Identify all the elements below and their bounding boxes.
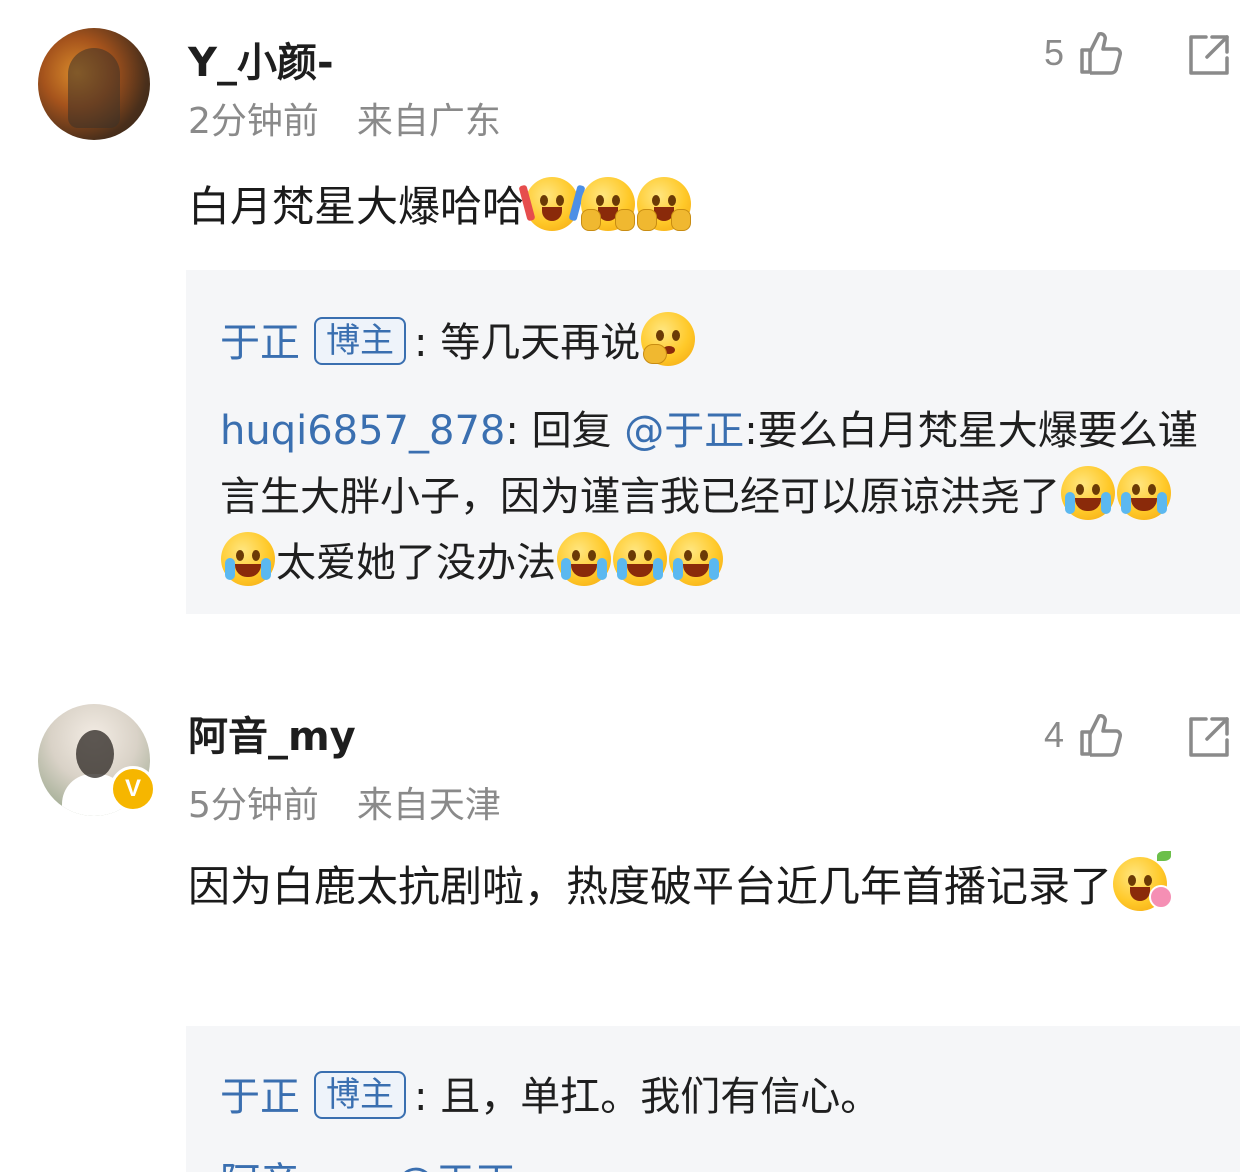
reply-mention[interactable]: @于正 [395, 1160, 515, 1172]
reply-separator: : [505, 408, 519, 454]
comment-text-body: 白月梵星大爆哈哈 [188, 182, 525, 231]
reply-item: 阿音_my @于正 [220, 1150, 1200, 1172]
comment-text: 因为白鹿太抗剧啦，热度破平台近几年首播记录了 [188, 851, 1210, 920]
reply-author[interactable]: huqi6857_878 [220, 408, 505, 454]
reply-author[interactable]: 阿音_my [220, 1160, 383, 1172]
reply-item: 于正 博主: 等几天再说 [220, 310, 1200, 376]
thumbs-up-icon [1080, 714, 1122, 757]
share-icon [1189, 717, 1229, 757]
comment-feed: Y_小颜- 2分钟前来自广东 5 白月梵星大爆哈哈 于正博主: 等几天再说 [0, 0, 1240, 1172]
reply-box[interactable]: 于正博主: 且，单扛。我们有信心。 阿音_my @于正 [186, 1026, 1240, 1172]
like-button[interactable]: 4 [1044, 712, 1124, 758]
laugh-cry-emoji-icon [1061, 466, 1115, 520]
comment-text-body: 因为白鹿太抗剧啦，热度破平台近几年首播记录了 [188, 862, 1113, 911]
reply-text: 且，单扛。我们有信心。 [440, 1074, 881, 1120]
laugh-cry-emoji-icon [221, 532, 275, 586]
laugh-cry-emoji-icon [613, 532, 667, 586]
reply-prefix: 回复 [531, 408, 612, 454]
comment-text: 白月梵星大爆哈哈 [188, 174, 1210, 240]
laugh-cry-emoji-icon [669, 532, 723, 586]
thumbs-up-icon [1080, 32, 1122, 75]
author-tag-badge: 博主 [314, 317, 406, 365]
reply-separator: : [414, 320, 428, 366]
comment-item: V 阿音_my 5分钟前 来自天津 4 因为白鹿太抗剧啦，热度破平台近几年首播记录… [0, 690, 1240, 1172]
grin-emoji-icon [637, 177, 692, 231]
share-icon [1189, 35, 1229, 75]
thinking-emoji-icon [641, 312, 696, 366]
laugh-cry-emoji-icon [557, 532, 611, 586]
flower-emoji-icon [1113, 851, 1174, 911]
like-button[interactable]: 5 [1044, 30, 1124, 76]
avatar[interactable]: V [38, 704, 156, 816]
like-count: 5 [1043, 32, 1064, 73]
reply-item: huqi6857_878: 回复 @于正:要么白月梵星大爆要么谨言生大胖小子，因… [220, 398, 1200, 596]
comment-meta: 5分钟前 来自天津 [188, 776, 501, 828]
reply-mention[interactable]: @于正 [624, 408, 744, 454]
reply-box[interactable]: 于正 博主: 等几天再说 huqi6857_878: 回复 @于正:要么白月梵星大… [186, 270, 1240, 614]
share-button[interactable] [1186, 714, 1232, 764]
reply-item: 于正 博主: 且，单扛。我们有信心。 [220, 1064, 1200, 1130]
comment-time: 5分钟前 [188, 785, 319, 826]
comment-location: 来自广东 [356, 101, 501, 142]
avatar[interactable] [38, 28, 150, 140]
cheer-emoji-icon [518, 177, 586, 231]
reply-author[interactable]: 于正 [220, 320, 300, 366]
comment-username[interactable]: Y_小颜- [188, 30, 334, 88]
like-count: 4 [1043, 714, 1064, 755]
laugh-cry-emoji-icon [1117, 466, 1171, 520]
share-button[interactable] [1186, 32, 1232, 82]
comment-meta: 2分钟前 来自广东 [188, 92, 501, 144]
reply-text: 等几天再说 [440, 320, 641, 366]
comment-item: Y_小颜- 2分钟前来自广东 5 白月梵星大爆哈哈 于正博主: 等几天再说 [0, 0, 1240, 640]
verified-badge-icon: V [110, 766, 156, 812]
reply-separator: : [414, 1074, 428, 1120]
comment-username[interactable]: 阿音_my [188, 704, 356, 762]
comment-location: 来自天津 [356, 785, 501, 826]
reply-author[interactable]: 于正 [220, 1074, 300, 1120]
grin-emoji-icon [581, 177, 636, 231]
author-tag-badge: 博主 [314, 1071, 406, 1119]
comment-time: 2分钟前 [188, 101, 319, 142]
reply-text-after: 太爱她了没办法 [276, 540, 556, 586]
